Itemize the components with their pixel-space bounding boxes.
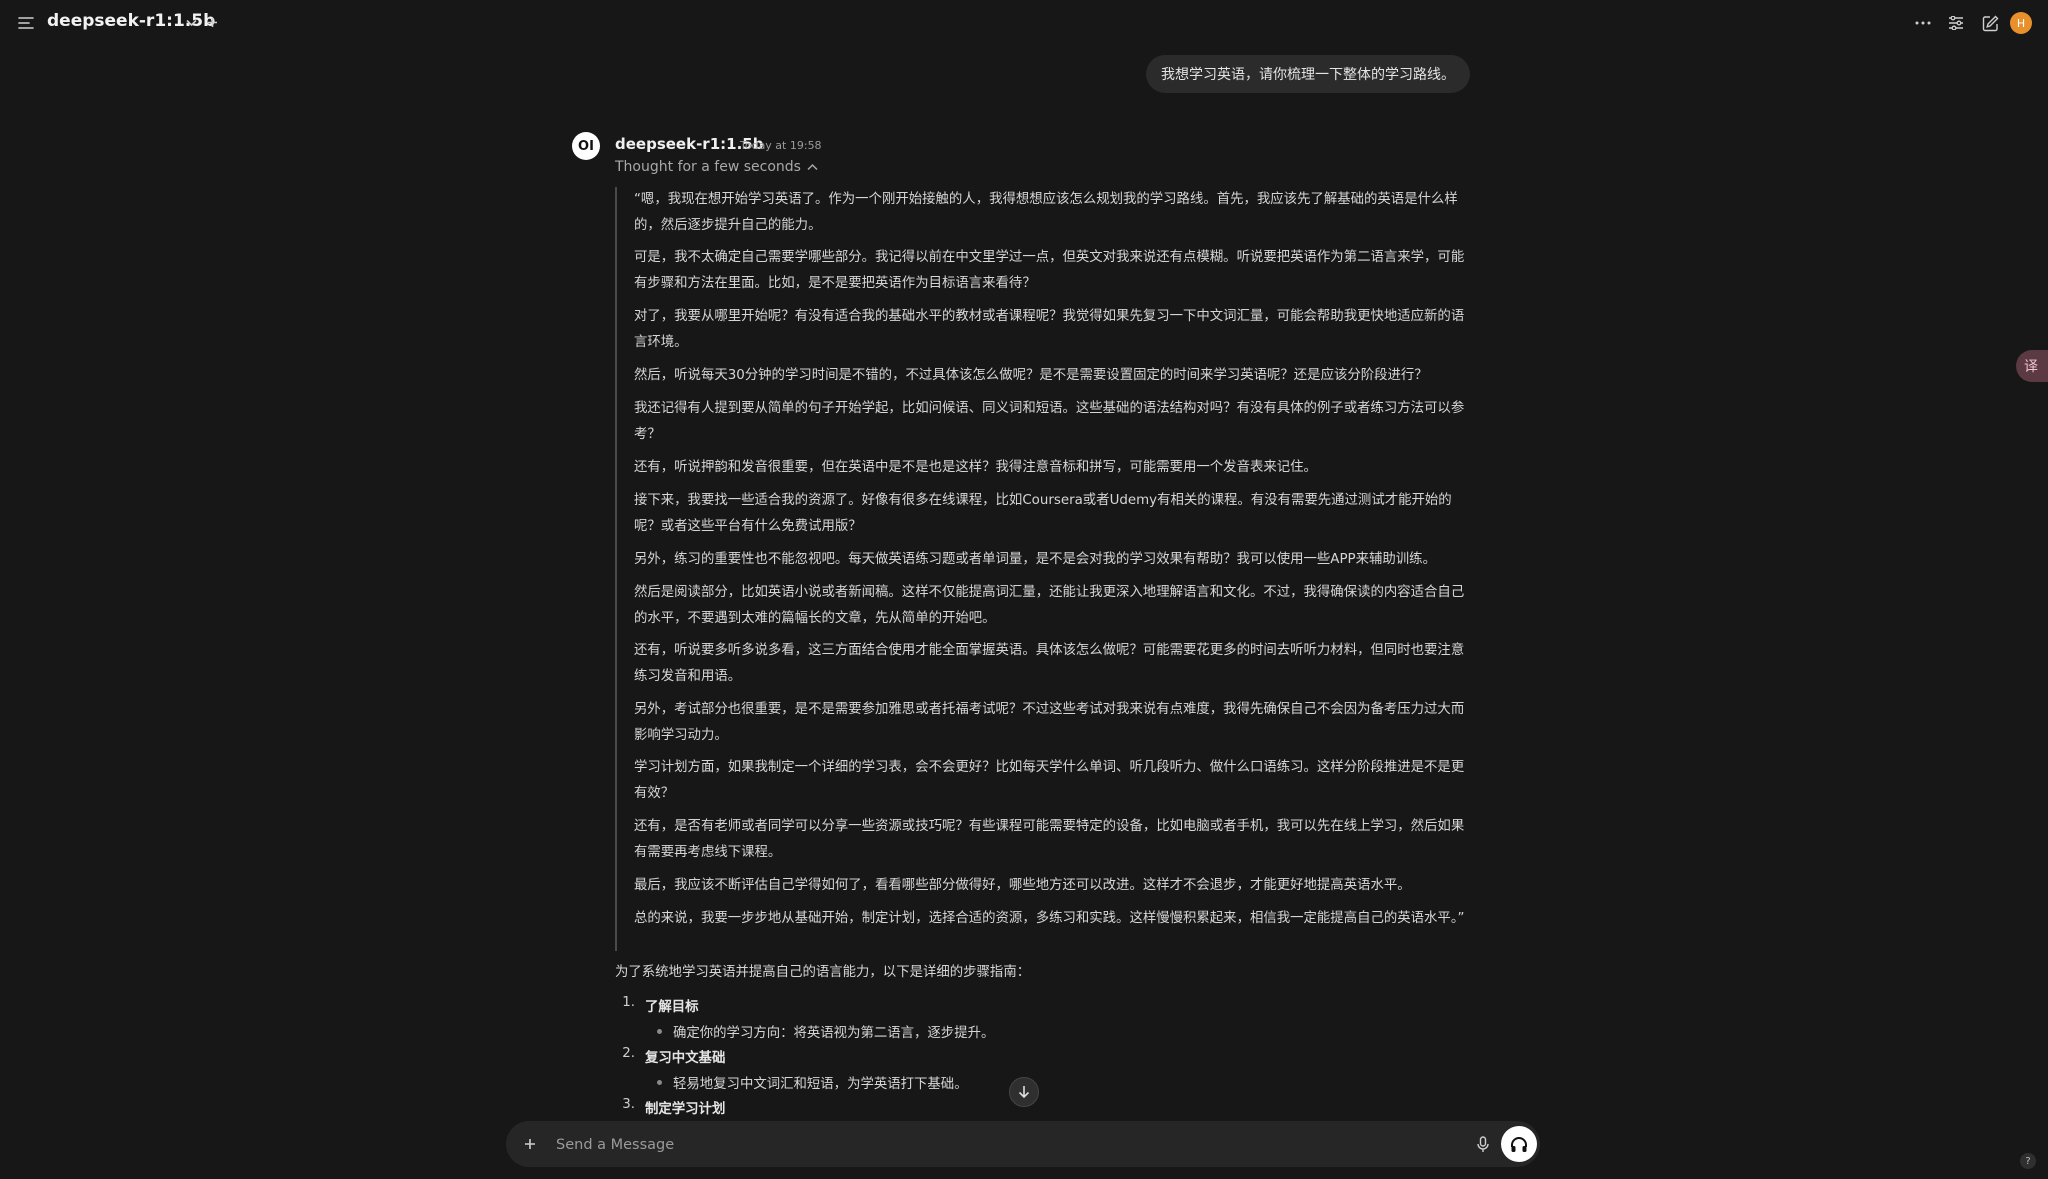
thinking-paragraph: 对了，我要从哪里开始呢？有没有适合我的基础水平的教材或者课程呢？我觉得如果先复习… <box>634 309 1465 350</box>
translate-side-tab[interactable]: 译 <box>2016 350 2048 382</box>
more-options-icon[interactable] <box>1912 14 1934 32</box>
assistant-avatar: OI <box>572 132 600 160</box>
thinking-paragraph: 我还记得有人提到要从简单的句子开始学起，比如问候语、同义词和短语。这些基础的语法… <box>634 401 1465 442</box>
message-input[interactable] <box>554 1132 1458 1158</box>
thought-label: Thought for a few seconds <box>615 159 801 175</box>
thinking-paragraph: 然后是阅读部分，比如英语小说或者新闻稿。这样不仅能提高词汇量，还能让我更深入地理… <box>634 585 1465 626</box>
new-chat-edit-icon[interactable] <box>1979 12 2001 34</box>
step-number: 1. <box>622 995 635 1010</box>
step-title: 复习中文基础 <box>645 1051 726 1066</box>
thinking-block: “嗯，我现在想开始学习英语了。作为一个刚开始接触的人，我得想想应该怎么规划我的学… <box>615 187 1475 951</box>
step-bullet: 轻易地复习中文词汇和短语，为学英语打下基础。 <box>657 1072 968 1092</box>
thinking-paragraph: 另外，练习的重要性也不能忽视吧。每天做英语练习题或者单词量，是不是会对我的学习效… <box>634 552 1436 567</box>
add-model-plus-icon[interactable] <box>204 14 220 30</box>
top-bar: deepseek-r1:1.5b H <box>0 0 2048 46</box>
voice-mode-button[interactable] <box>1501 1126 1537 1162</box>
step-title: 了解目标 <box>645 1000 699 1015</box>
thinking-paragraph: 还有，是否有老师或者同学可以分享一些资源或技巧呢？有些课程可能需要特定的设备，比… <box>634 819 1465 860</box>
chevron-up-icon <box>807 163 818 171</box>
attach-plus-icon[interactable] <box>520 1134 540 1154</box>
step-bullet: 确定你的学习方向：将英语视为第二语言，逐步提升。 <box>656 1021 994 1041</box>
thinking-paragraph: 还有，听说押韵和发音很重要，但在英语中是不是也是这样？我得注意音标和拼写，可能需… <box>634 460 1317 475</box>
thinking-paragraph: 学习计划方面，如果我制定一个详细的学习表，会不会更好？比如每天学什么单词、听几段… <box>634 760 1465 801</box>
controls-sliders-icon[interactable] <box>1946 13 1966 33</box>
arrow-down-icon <box>1018 1086 1030 1099</box>
thinking-paragraph: 接下来，我要找一些适合我的资源了。好像有很多在线课程，比如Coursera或者U… <box>634 493 1452 534</box>
thinking-paragraph: 总的来说，我要一步步地从基础开始，制定计划，选择合适的资源，多练习和实践。这样慢… <box>634 911 1465 926</box>
thinking-paragraph: 可是，我不太确定自己需要学哪些部分。我记得以前在中文里学过一点，但英文对我来说还… <box>634 250 1465 291</box>
step-number: 2. <box>622 1046 635 1061</box>
user-message-bubble: 我想学习英语，请你梳理一下整体的学习路线。 <box>1146 55 1470 93</box>
sidebar-toggle-icon[interactable] <box>16 13 36 33</box>
thinking-paragraph: 然后，听说每天30分钟的学习时间是不错的，不过具体该怎么做呢？是不是需要设置固定… <box>634 368 1428 383</box>
headphones-icon <box>1511 1136 1527 1152</box>
thinking-paragraph: 最后，我应该不断评估自己学得如何了，看看哪些部分做得好，哪些地方还可以改进。这样… <box>634 878 1411 893</box>
message-timestamp: Today at 19:58 <box>740 139 822 152</box>
chevron-down-icon[interactable] <box>184 15 198 31</box>
thinking-paragraph: 还有，听说要多听多说多看，这三方面结合使用才能全面掌握英语。具体该怎么做呢？可能… <box>634 643 1465 684</box>
microphone-icon[interactable] <box>1472 1133 1494 1155</box>
step-title: 制定学习计划 <box>645 1102 726 1117</box>
thought-toggle[interactable]: Thought for a few seconds <box>615 159 818 175</box>
user-avatar[interactable]: H <box>2010 12 2032 34</box>
step-number: 3. <box>622 1097 635 1112</box>
thinking-paragraph: “嗯，我现在想开始学习英语了。作为一个刚开始接触的人，我得想想应该怎么规划我的学… <box>634 192 1458 233</box>
answer-intro: 为了系统地学习英语并提高自己的语言能力，以下是详细的步骤指南： <box>615 965 1031 980</box>
scroll-to-bottom-button[interactable] <box>1009 1077 1039 1107</box>
help-button[interactable]: ? <box>2020 1153 2036 1169</box>
message-composer <box>506 1121 1540 1167</box>
thinking-paragraph: 另外，考试部分也很重要，是不是需要参加雅思或者托福考试呢？不过这些考试对我来说有… <box>634 702 1465 743</box>
